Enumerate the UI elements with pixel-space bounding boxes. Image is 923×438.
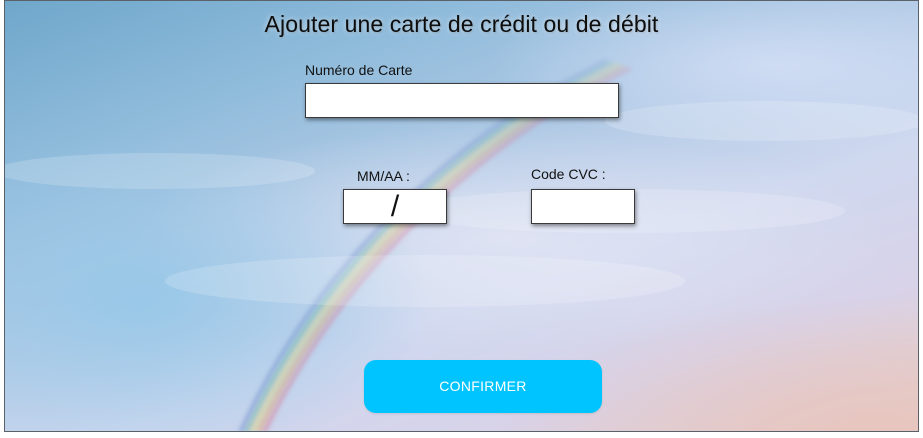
expiry-field-box: /: [343, 189, 447, 224]
card-number-label: Numéro de Carte: [305, 62, 413, 78]
confirm-button[interactable]: CONFIRMER: [364, 360, 602, 413]
cvc-field-box: [531, 189, 635, 224]
card-form-screen: Ajouter une carte de crédit ou de débit …: [4, 0, 919, 432]
card-number-input[interactable]: [306, 84, 618, 117]
expiry-label: MM/AA :: [357, 168, 410, 184]
page-title: Ajouter une carte de crédit ou de débit: [264, 11, 659, 37]
expiry-input[interactable]: [344, 190, 446, 223]
cvc-label: Code CVC :: [531, 166, 606, 182]
card-number-field-box: [305, 83, 619, 118]
cvc-input[interactable]: [532, 190, 634, 223]
